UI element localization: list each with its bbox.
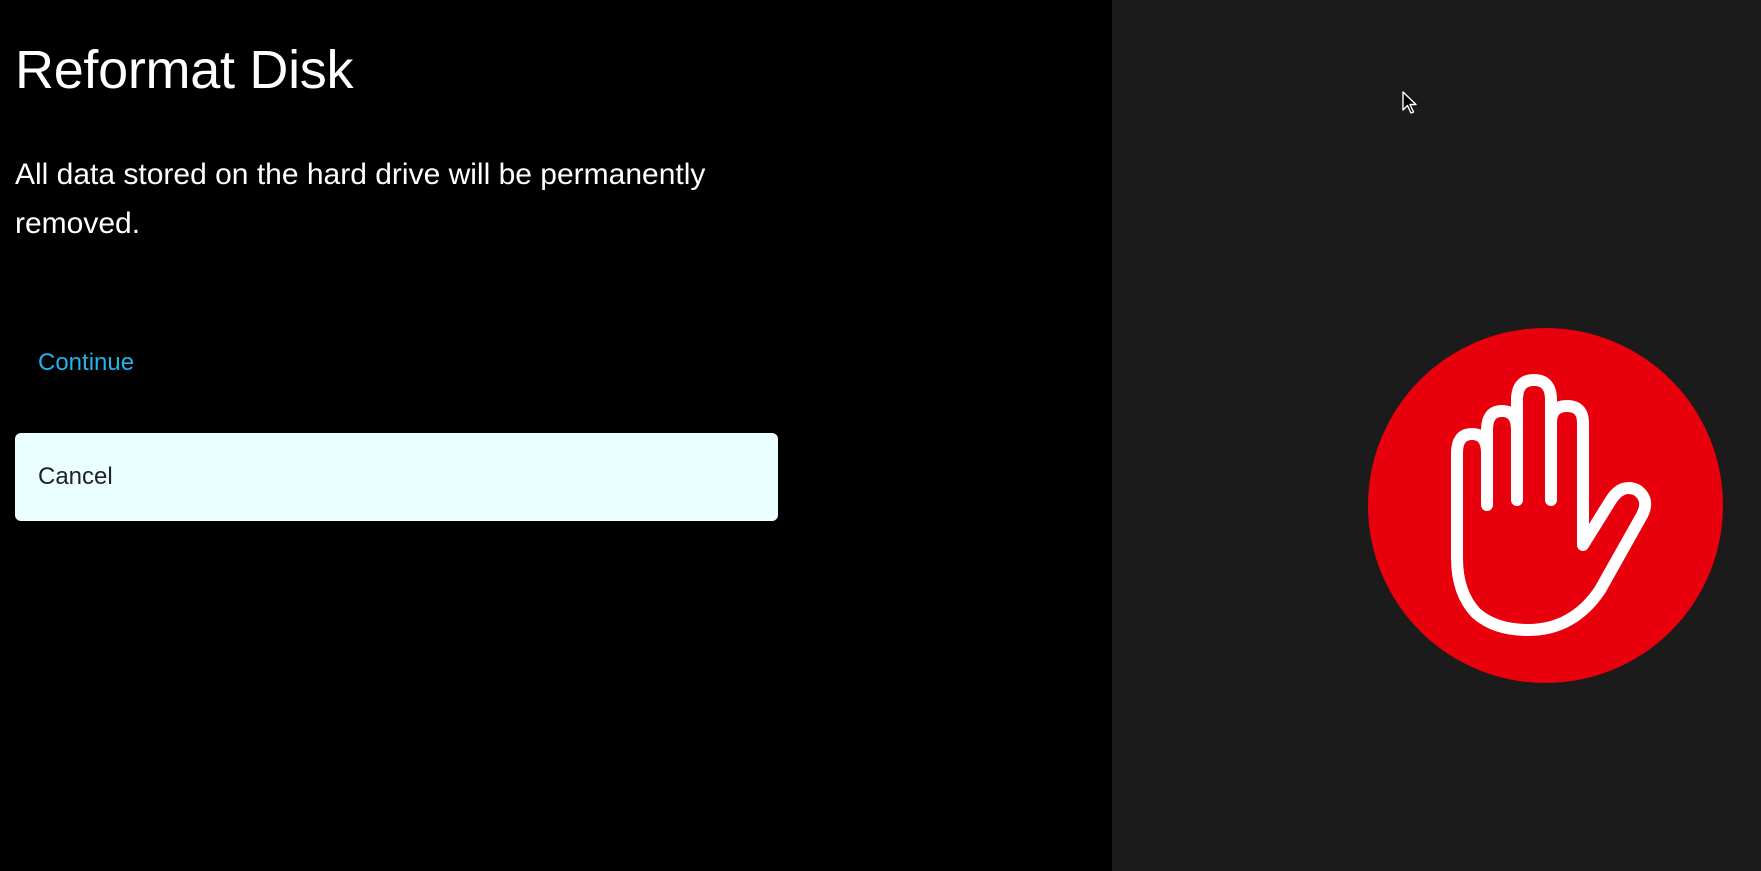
dialog-message: All data stored on the hard drive will b…	[15, 158, 706, 240]
continue-button[interactable]: Continue	[15, 340, 215, 386]
dialog-title: Reformat Disk	[15, 40, 354, 100]
screen: Reformat Disk All data stored on the har…	[0, 0, 1761, 871]
stop-hand-icon	[1368, 328, 1723, 683]
dialog-panel: Reformat Disk All data stored on the har…	[0, 0, 1112, 871]
mouse-cursor-icon	[1402, 91, 1417, 114]
cancel-button[interactable]: Cancel	[15, 433, 778, 521]
